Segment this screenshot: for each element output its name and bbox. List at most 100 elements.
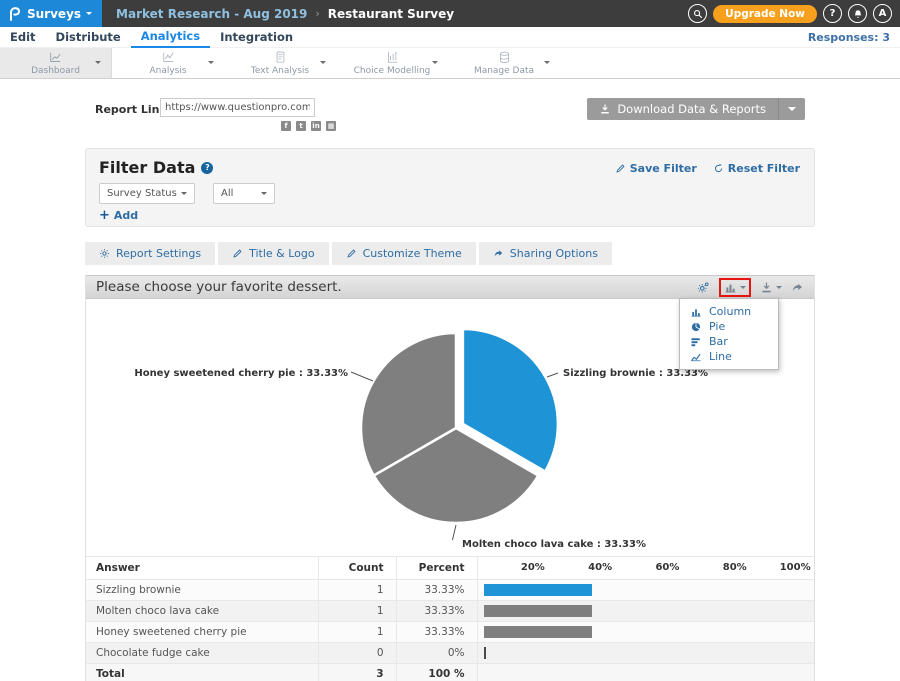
report-link-row: Report Link f t in ▦ Download Data & Rep… [85, 95, 815, 141]
chevron-down-icon[interactable] [95, 61, 101, 64]
filter-selects: Survey Status All [99, 183, 275, 204]
menu-integration[interactable]: Integration [210, 27, 303, 48]
filter-help-icon[interactable]: ? [201, 162, 213, 174]
chart-type-column[interactable]: Column [680, 304, 778, 319]
filter-data-title: Filter Data ? [99, 158, 213, 177]
leader-line [351, 372, 373, 381]
reset-filter-button[interactable]: Reset Filter [713, 162, 800, 175]
facebook-icon[interactable]: f [281, 121, 291, 131]
chevron-down-icon [86, 12, 92, 15]
questionpro-logo-icon [8, 6, 22, 22]
toolbar-choice-modelling[interactable]: Choice Modelling [336, 48, 448, 78]
twitter-icon[interactable]: t [296, 121, 306, 131]
toolbar-manage-data[interactable]: Manage Data [448, 48, 560, 78]
responses-count[interactable]: Responses: 3 [808, 31, 890, 44]
chart-share-button[interactable] [791, 281, 804, 294]
avatar[interactable]: A [873, 4, 892, 23]
toolbar-item-label: Dashboard [31, 66, 80, 76]
bell-icon [853, 9, 863, 19]
survey-status-select[interactable]: Survey Status [99, 183, 195, 204]
save-filter-label: Save Filter [630, 162, 697, 175]
menu-item-label: Pie [709, 320, 725, 333]
topbar-actions: Upgrade Now ? A [688, 4, 900, 23]
toolbar-dashboard[interactable]: Dashboard [0, 48, 112, 78]
chart-type-bar[interactable]: Bar [680, 334, 778, 349]
reset-filter-label: Reset Filter [728, 162, 800, 175]
tab-report-settings[interactable]: Report Settings [85, 242, 215, 265]
notifications-button[interactable] [848, 4, 867, 23]
chevron-down-icon[interactable] [432, 61, 438, 64]
percent-bar [484, 605, 592, 617]
filter-data-panel: Filter Data ? Save Filter Reset Filter [85, 148, 815, 227]
chart-type-line[interactable]: Line [680, 349, 778, 364]
toolbar-analysis[interactable]: Analysis [112, 48, 224, 78]
menu-analytics[interactable]: Analytics [131, 27, 210, 48]
percent-cell: 33.33% [396, 601, 477, 622]
breadcrumb-separator: › [315, 7, 319, 20]
search-button[interactable] [688, 4, 707, 23]
scale-tick: 80% [723, 562, 747, 573]
pencil-icon [615, 163, 626, 174]
product-name: Surveys [27, 7, 81, 21]
chart-controls [697, 278, 804, 297]
pie-chart-icon [690, 321, 702, 333]
table-header-row: Answer Count Percent 20% 40% 60% 80% 100… [86, 557, 814, 580]
breadcrumb-folder[interactable]: Market Research - Aug 2019 [116, 7, 307, 21]
survey-status-value: Survey Status [107, 188, 177, 199]
count-cell: 1 [318, 601, 396, 622]
percent-cell: 33.33% [396, 580, 477, 601]
chart-settings-button[interactable] [697, 281, 710, 294]
chevron-down-icon[interactable] [208, 61, 214, 64]
analytics-toolbar: Dashboard Analysis Text Analysis [0, 48, 900, 79]
tab-title-logo[interactable]: Title & Logo [218, 242, 329, 265]
linkedin-icon[interactable]: in [311, 121, 321, 131]
share-arrow-icon [493, 248, 504, 259]
add-filter-button[interactable]: + Add [99, 209, 138, 222]
bar-chart-icon [690, 336, 702, 348]
menu-edit[interactable]: Edit [0, 27, 46, 48]
upgrade-now-button[interactable]: Upgrade Now [713, 5, 817, 23]
status-value-select[interactable]: All [213, 183, 275, 204]
menu-item-label: Bar [709, 335, 728, 348]
results-table: Answer Count Percent 20% 40% 60% 80% 100… [86, 556, 814, 681]
report-link-label: Report Link [95, 103, 167, 116]
main-menu: Edit Distribute Analytics Integration Re… [0, 27, 900, 48]
toolbar-item-label: Analysis [149, 66, 186, 76]
total-percent: 100 % [396, 664, 477, 681]
report-tabs: Report Settings Title & Logo Customize T… [85, 242, 815, 265]
report-link-input[interactable] [160, 98, 315, 117]
chart-type-pie[interactable]: Pie [680, 319, 778, 334]
surveys-product-menu[interactable]: Surveys [0, 0, 102, 27]
chevron-down-icon [740, 286, 746, 289]
menu-distribute[interactable]: Distribute [46, 27, 131, 48]
percent-cell: 0% [396, 643, 477, 664]
add-filter-label: Add [114, 209, 138, 222]
embed-icon[interactable]: ▦ [326, 121, 336, 131]
chart-type-button-annotated[interactable] [719, 278, 751, 297]
download-options-caret[interactable] [778, 98, 805, 120]
chevron-down-icon[interactable] [320, 61, 326, 64]
chart-download-button[interactable] [760, 281, 782, 294]
table-total-row: Total 3 100 % [86, 664, 814, 681]
tab-customize-theme[interactable]: Customize Theme [332, 242, 476, 265]
table-row: Molten choco lava cake 1 33.33% [86, 601, 814, 622]
chevron-down-icon[interactable] [544, 61, 550, 64]
bar-cell [477, 601, 814, 622]
toolbar-text-analysis[interactable]: Text Analysis [224, 48, 336, 78]
database-icon [497, 50, 512, 65]
percent-bar [484, 626, 592, 638]
count-cell: 1 [318, 580, 396, 601]
chevron-down-icon [181, 192, 187, 195]
table-row: Sizzling brownie 1 33.33% [86, 580, 814, 601]
scale-tick: 100% [780, 562, 811, 573]
answer-cell: Sizzling brownie [86, 580, 318, 601]
save-filter-button[interactable]: Save Filter [615, 162, 697, 175]
header-answer: Answer [86, 557, 318, 580]
toolbar-item-label: Choice Modelling [354, 66, 431, 76]
download-data-reports-button[interactable]: Download Data & Reports [587, 98, 805, 120]
pie-label-honey: Honey sweetened cherry pie : 33.33% [134, 368, 348, 379]
tab-sharing-options[interactable]: Sharing Options [479, 242, 612, 265]
help-button[interactable]: ? [823, 4, 842, 23]
count-cell: 1 [318, 622, 396, 643]
questionpro-analytics-page: Surveys Market Research - Aug 2019 › Res… [0, 0, 900, 681]
